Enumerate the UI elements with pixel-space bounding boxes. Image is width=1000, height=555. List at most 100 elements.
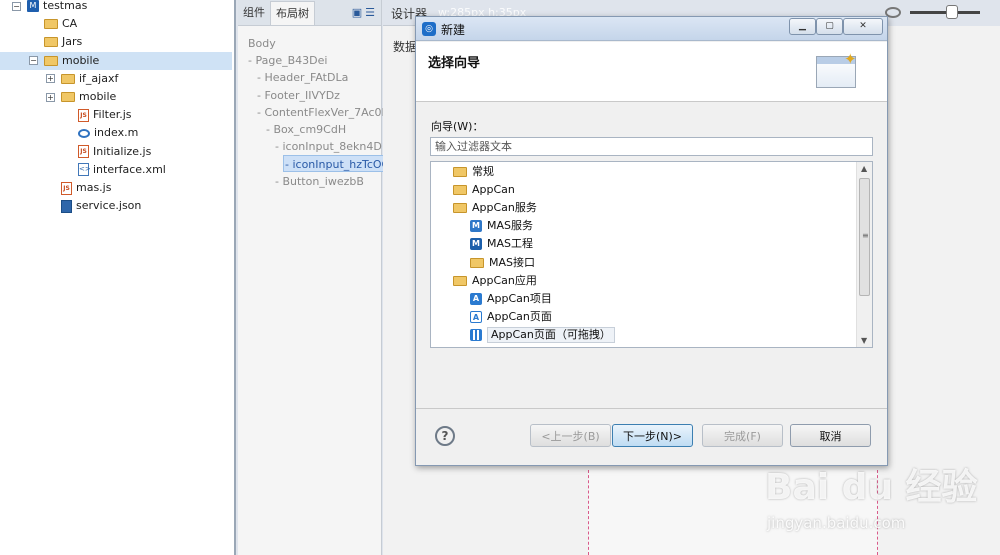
layout-tree-item[interactable]: Body [248, 35, 276, 52]
tree-item-label: index.m [94, 126, 139, 140]
wizard-label: 向导(W)： [431, 120, 484, 133]
wizard-tree-item-label: MAS接口 [489, 255, 535, 269]
wizard-tree-item-label: AppCan页面（可拖拽） [487, 326, 615, 343]
zoom-slider-track[interactable] [910, 11, 980, 14]
wizard-tree-item[interactable]: 常规 [453, 163, 494, 181]
folder-icon [453, 203, 467, 214]
minimize-button[interactable]: ▁ [789, 18, 816, 35]
wizard-header: 选择向导 ✦ [416, 42, 887, 102]
help-icon[interactable]: ? [435, 426, 455, 446]
dialog-title-bar[interactable]: ◎ 新建 ▁ ▢ ✕ [416, 17, 887, 41]
folder-icon [453, 275, 467, 286]
wizard-tree-item-label: MAS服务 [487, 219, 533, 233]
wizard-tree-item-label: 常规 [472, 165, 494, 178]
folder-icon [44, 37, 58, 48]
appcan-project-icon: A [470, 292, 482, 305]
wizard-tree-item-label: AppCan页面 [487, 309, 552, 323]
app-logo-icon: ◎ [422, 22, 436, 36]
tree-item[interactable]: JS mas.js [0, 179, 232, 197]
back-button[interactable]: <上一步(B) [530, 424, 611, 447]
folder-icon [61, 92, 75, 102]
tree-item[interactable]: Jars [0, 33, 232, 51]
scroll-thumb[interactable]: ≡ [859, 178, 870, 296]
tree-item[interactable]: JS Filter.js [0, 106, 232, 124]
tree-item-label: service.json [76, 199, 142, 213]
expand-icon[interactable]: + [46, 74, 55, 84]
tree-item-label: if_ajaxf [79, 71, 119, 85]
baidu-watermark: Bai du 经验 jingyan.baidu.com [765, 458, 995, 548]
layout-tree-item[interactable]: - Header_FAtDLa [257, 69, 348, 86]
tab-components[interactable]: 组件 [238, 1, 270, 25]
layout-tree-item[interactable]: - Page_B43Dei [248, 52, 327, 69]
collapse-icon[interactable]: − [12, 1, 21, 11]
scroll-down-icon[interactable]: ▼ [861, 336, 867, 345]
wizard-tree-item[interactable]: M MAS服务 [470, 217, 533, 235]
wizard-tree-scrollbar[interactable]: ▲ ≡ ▼ [856, 162, 872, 347]
tree-item-label: mas.js [76, 181, 112, 194]
tree-item[interactable]: JS Initialize.js [0, 143, 232, 161]
layout-tree-item[interactable]: - Box_cm9CdH [266, 121, 346, 138]
next-button[interactable]: 下一步(N)> [612, 424, 693, 447]
project-icon: M [27, 0, 39, 12]
expand-icon[interactable]: + [46, 92, 55, 102]
wizard-tree-item[interactable]: A AppCan项目 [470, 290, 552, 308]
zoom-control [880, 0, 1000, 26]
js-file-icon: JS [61, 181, 72, 195]
tab-data[interactable]: 数据 [393, 38, 417, 55]
wizard-tree-item[interactable]: AppCan服务 [453, 199, 537, 217]
sparkle-icon: ✦ [844, 50, 857, 68]
eye-file-icon [78, 128, 90, 138]
wizard-tree-item[interactable]: MAS接口 [470, 254, 535, 272]
wizard-tree-item[interactable]: AppCan [453, 181, 515, 199]
mas-service-icon: M [470, 220, 482, 233]
wizard-tree-item[interactable]: A AppCan页面 [470, 308, 552, 326]
wizard-tree: 常规 AppCan AppCan服务 M MAS服务 M MAS工程 MAS接口 AppCan应… [430, 161, 873, 348]
scroll-up-icon[interactable]: ▲ [861, 164, 867, 173]
dialog-title: 新建 [441, 23, 466, 37]
save-icon[interactable]: ▣ [352, 6, 362, 19]
wizard-tree-item[interactable]: AppCan应用 [453, 272, 537, 290]
tab-layout-tree[interactable]: 布局树 [270, 1, 315, 25]
layout-tree-item[interactable]: - iconInput_hzTcOO [283, 155, 393, 173]
zoom-slider-thumb[interactable] [946, 5, 958, 19]
cancel-button[interactable]: 取消 [790, 424, 871, 447]
layout-tree-item[interactable]: - ContentFlexVer_7Ac0I5 [257, 104, 392, 121]
scroll-grip-icon: ≡ [862, 231, 869, 240]
tree-item[interactable]: + if_ajaxf [0, 70, 232, 88]
wizard-tree-item[interactable]: AppCan页面（可拖拽） [470, 326, 615, 344]
tree-item[interactable]: index.m [0, 124, 232, 142]
appcan-drag-page-icon [470, 328, 482, 341]
tree-item[interactable]: service.json [0, 197, 232, 215]
appcan-page-icon: A [470, 310, 482, 323]
maximize-button[interactable]: ▢ [816, 18, 843, 35]
collapse-icon[interactable]: − [29, 56, 38, 66]
wizard-tree-item-label: AppCan服务 [472, 201, 537, 215]
layout-tree-item[interactable]: - iconInput_8ekn4D [275, 138, 382, 155]
json-file-icon [61, 199, 72, 213]
menu-icon[interactable]: ☰ [365, 6, 375, 19]
close-button[interactable]: ✕ [843, 18, 883, 35]
layout-tree-item[interactable]: - Footer_IIVYDz [257, 87, 340, 104]
tree-item-label: Jars [62, 35, 83, 49]
tree-item-label: testmas [43, 0, 88, 12]
watermark-brand: Bai du 经验 [765, 467, 978, 508]
tree-item[interactable]: − Mtestmas [0, 0, 232, 15]
tree-item-label: mobile [79, 90, 117, 103]
tree-item-label: Filter.js [93, 108, 132, 122]
finish-button[interactable]: 完成(F) [702, 424, 783, 447]
tree-item[interactable]: <> interface.xml [0, 161, 232, 179]
tree-item[interactable]: + mobile [0, 88, 232, 106]
layout-panel-tabs: 组件 布局树 ▣ ☰ [238, 0, 381, 26]
wizard-tree-item-label: AppCan项目 [487, 291, 552, 305]
layout-tree-item[interactable]: - Button_iwezbB [275, 173, 364, 190]
layout-tree-panel: 组件 布局树 ▣ ☰ Body - Page_B43Dei - Header_FAt… [238, 0, 393, 555]
tree-item[interactable]: CA [0, 15, 232, 33]
wizard-tree-item-label: AppCan [472, 183, 515, 197]
folder-icon [470, 257, 484, 268]
wizard-tree-item-label: AppCan应用 [472, 273, 537, 287]
filter-input[interactable] [430, 137, 873, 156]
tree-item-label: mobile [62, 53, 100, 67]
tree-item[interactable]: − mobile [0, 51, 232, 70]
wizard-tree-item[interactable]: M MAS工程 [470, 235, 533, 253]
layout-panel-toolbar: ▣ ☰ [352, 6, 381, 25]
